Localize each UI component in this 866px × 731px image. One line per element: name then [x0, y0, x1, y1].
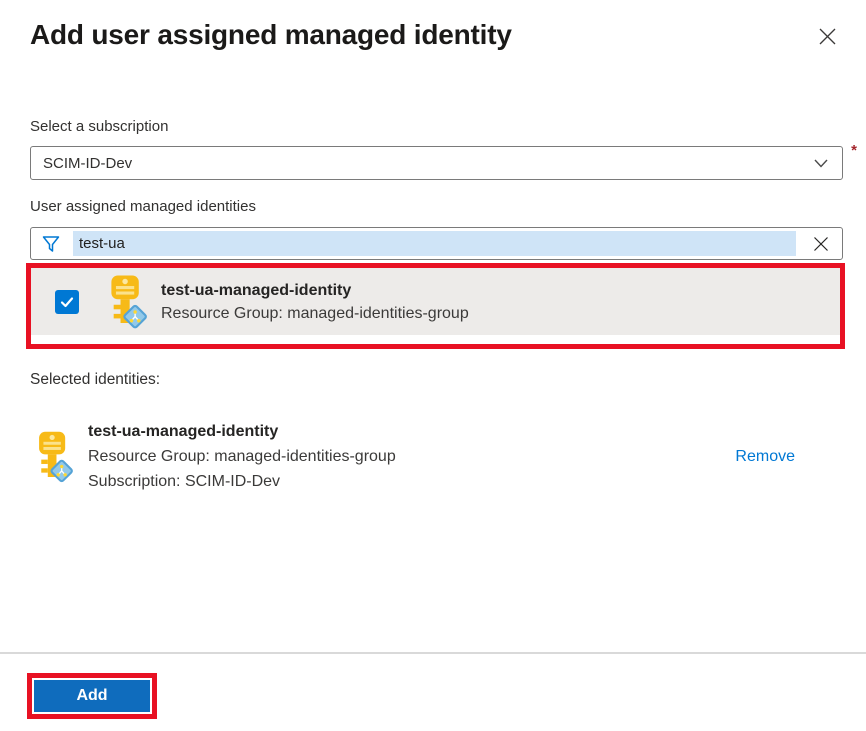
selected-identity-resource-group: Resource Group: managed-identities-group [88, 444, 396, 469]
managed-identity-key-icon [33, 429, 73, 485]
subscription-selected-value: SCIM-ID-Dev [43, 155, 812, 172]
selected-identity-row: test-ua-managed-identity Resource Group:… [30, 419, 843, 494]
required-asterisk: * [851, 142, 857, 159]
identity-result-text: test-ua-managed-identity Resource Group:… [161, 279, 469, 325]
subscription-label: Select a subscription [30, 117, 843, 137]
identity-checkbox[interactable] [55, 290, 79, 314]
close-button[interactable] [815, 24, 840, 49]
selected-identities-label: Selected identities: [30, 370, 843, 390]
panel-header: Add user assigned managed identity [0, 0, 866, 54]
panel-content: Select a subscription SCIM-ID-Dev * User… [0, 117, 866, 494]
add-user-assigned-managed-identity-panel: Add user assigned managed identity Selec… [0, 0, 866, 731]
checkmark-icon [59, 294, 75, 310]
identity-filter-input[interactable]: test-ua [30, 227, 843, 260]
identity-result-highlight-annotation: test-ua-managed-identity Resource Group:… [26, 263, 845, 349]
selected-identity-text: test-ua-managed-identity Resource Group:… [88, 419, 396, 494]
close-icon [817, 26, 838, 47]
identities-label: User assigned managed identities [30, 197, 843, 217]
add-button-highlight-annotation: Add [27, 673, 157, 719]
filter-icon [41, 234, 61, 254]
filter-input-value: test-ua [73, 231, 796, 256]
identity-result-row[interactable]: test-ua-managed-identity Resource Group:… [31, 268, 840, 335]
identity-resource-group: Resource Group: managed-identities-group [161, 302, 469, 325]
selected-identity-name: test-ua-managed-identity [88, 419, 396, 444]
subscription-dropdown-wrap: SCIM-ID-Dev * [30, 146, 843, 180]
add-button[interactable]: Add [34, 680, 150, 712]
panel-footer: Add [0, 652, 866, 731]
subscription-dropdown[interactable]: SCIM-ID-Dev [30, 146, 843, 180]
clear-filter-button[interactable] [806, 233, 836, 255]
identity-name: test-ua-managed-identity [161, 279, 469, 302]
managed-identity-key-icon [105, 274, 147, 330]
clear-filter-icon [812, 235, 830, 253]
selected-identity-subscription: Subscription: SCIM-ID-Dev [88, 469, 396, 494]
page-title: Add user assigned managed identity [30, 16, 512, 54]
remove-link[interactable]: Remove [735, 448, 795, 466]
chevron-down-icon [812, 154, 830, 172]
